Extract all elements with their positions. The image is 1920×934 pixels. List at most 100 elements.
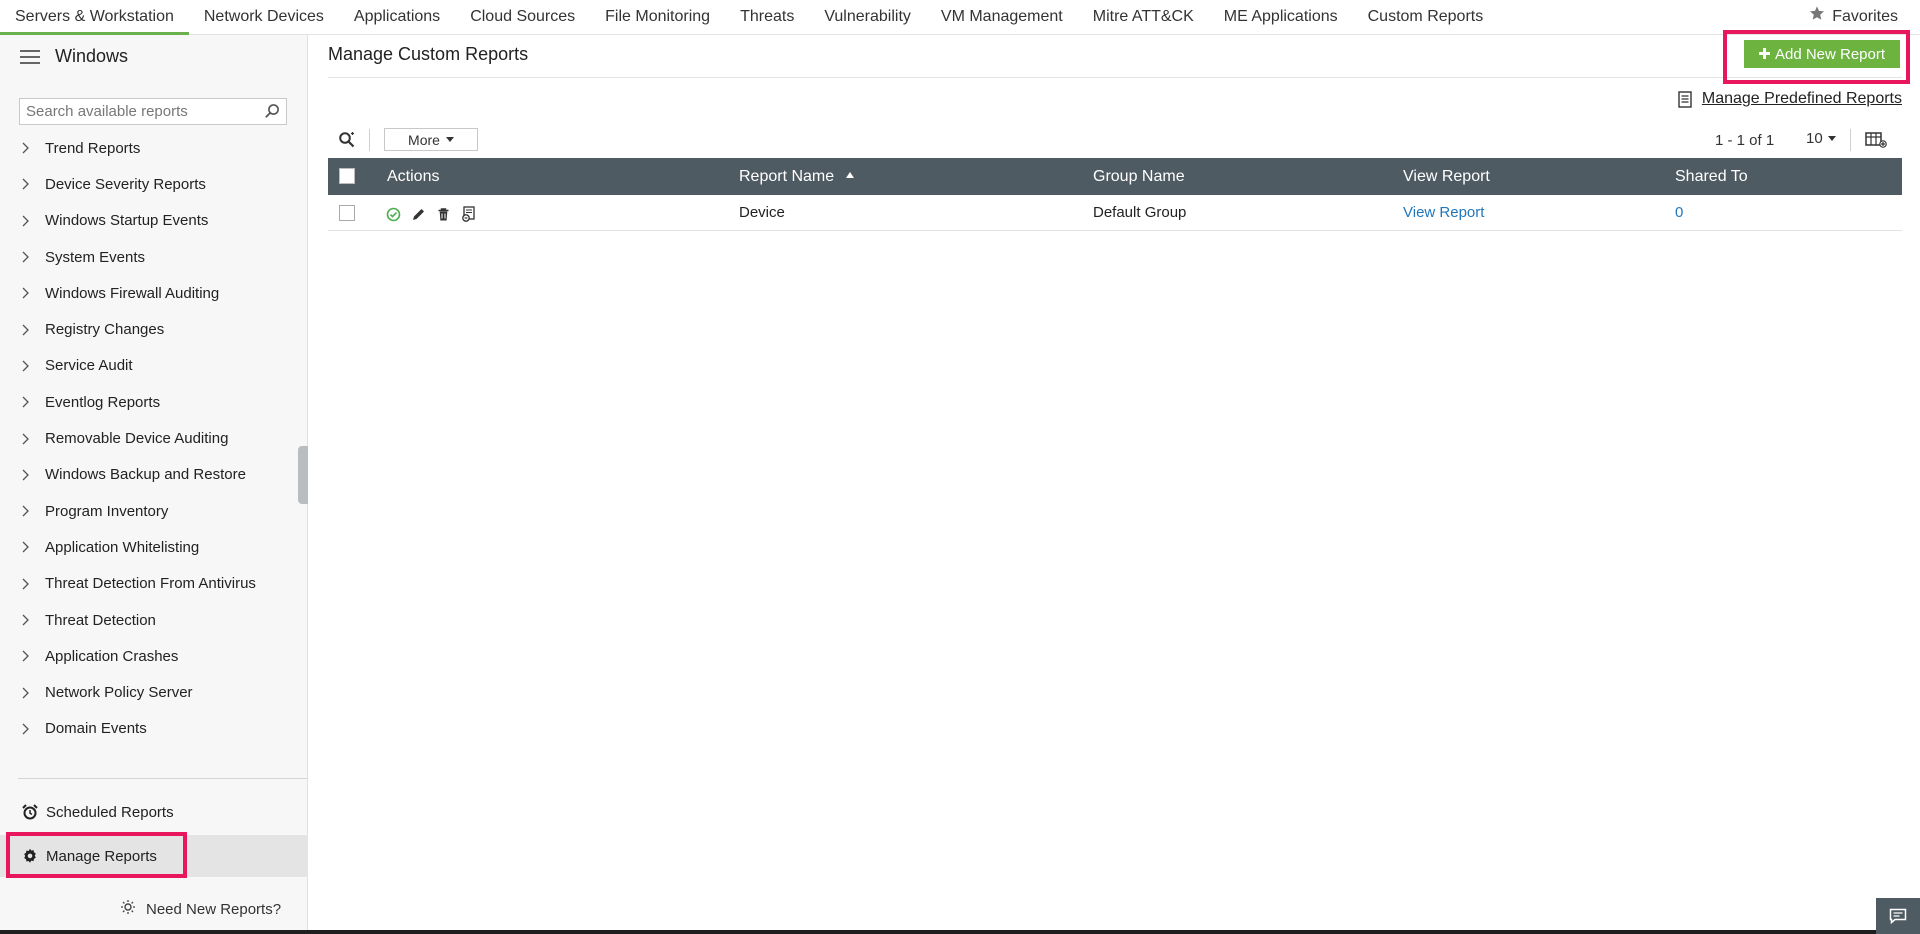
- sidebar-item-device-severity-reports[interactable]: Device Severity Reports: [0, 166, 308, 202]
- sidebar-item-removable-device-auditing[interactable]: Removable Device Auditing: [0, 420, 308, 456]
- chevron-right-icon: [22, 433, 29, 444]
- shared-to-count-link[interactable]: 0: [1675, 195, 1683, 231]
- tab-me-applications[interactable]: ME Applications: [1209, 0, 1353, 35]
- sidebar-item-windows-startup-events[interactable]: Windows Startup Events: [0, 203, 308, 239]
- scheduled-reports-link[interactable]: Scheduled Reports: [0, 792, 308, 832]
- column-header-group-name[interactable]: Group Name: [1093, 158, 1185, 195]
- sidebar-item-label: Network Policy Server: [45, 684, 193, 702]
- tab-file-monitoring[interactable]: File Monitoring: [590, 0, 725, 35]
- sidebar-item-label: Threat Detection: [45, 611, 156, 629]
- chevron-right-icon: [22, 469, 29, 481]
- sidebar-item-application-crashes[interactable]: Application Crashes: [0, 638, 308, 674]
- share-report-icon[interactable]: [461, 206, 477, 222]
- tab-custom-reports[interactable]: Custom Reports: [1353, 0, 1499, 35]
- gear-icon: [22, 848, 38, 864]
- tab-threats[interactable]: Threats: [725, 0, 809, 35]
- sidebar-item-label: Application Whitelisting: [45, 538, 200, 556]
- manage-predefined-reports-link[interactable]: Manage Predefined Reports: [1678, 90, 1902, 108]
- more-label: More: [408, 131, 440, 148]
- sidebar-item-label: Eventlog Reports: [45, 393, 161, 411]
- page-title: Manage Custom Reports: [328, 44, 529, 64]
- lightbulb-icon: [120, 899, 136, 919]
- sidebar-item-threat-detection[interactable]: Threat Detection: [0, 602, 308, 638]
- sidebar-item-registry-changes[interactable]: Registry Changes: [0, 311, 308, 347]
- sidebar-collapse-handle[interactable]: [298, 446, 308, 504]
- hamburger-menu-icon[interactable]: [20, 50, 40, 64]
- sidebar-item-system-events[interactable]: System Events: [0, 239, 308, 275]
- bottom-edge-strip: [0, 930, 1876, 934]
- tab-servers-workstation[interactable]: Servers & Workstation: [0, 0, 189, 35]
- manage-reports-label: Manage Reports: [46, 847, 157, 865]
- grid-toolbar: More 1 - 1 of 1 10: [328, 127, 1902, 153]
- add-new-report-button[interactable]: Add New Report: [1744, 40, 1900, 68]
- sidebar-item-domain-events[interactable]: Domain Events: [0, 711, 308, 747]
- sidebar-item-service-audit[interactable]: Service Audit: [0, 348, 308, 384]
- search-filter-icon[interactable]: [338, 131, 356, 154]
- row-actions: [386, 206, 477, 222]
- sidebar-item-label: Registry Changes: [45, 321, 165, 339]
- chevron-right-icon: [22, 178, 29, 190]
- sidebar-divider: [18, 778, 308, 779]
- alarm-clock-icon: [22, 804, 38, 820]
- chevron-right-icon: [22, 396, 29, 408]
- sidebar-item-trend-reports[interactable]: Trend Reports: [0, 130, 308, 166]
- sidebar-item-windows-backup-and-restore[interactable]: Windows Backup and Restore: [0, 457, 308, 493]
- pagination-info: 1 - 1 of 1: [1715, 132, 1775, 149]
- title-divider: [328, 77, 1902, 78]
- tab-vm-management[interactable]: VM Management: [926, 0, 1078, 35]
- plus-icon: [1758, 46, 1770, 63]
- chevron-right-icon: [22, 687, 29, 699]
- column-header-actions: Actions: [387, 168, 440, 185]
- sidebar-item-program-inventory[interactable]: Program Inventory: [0, 493, 308, 529]
- sidebar-item-threat-detection-from-antivirus[interactable]: Threat Detection From Antivirus: [0, 566, 308, 602]
- tab-cloud-sources[interactable]: Cloud Sources: [455, 0, 590, 35]
- sidebar-item-windows-firewall-auditing[interactable]: Windows Firewall Auditing: [0, 275, 308, 311]
- more-dropdown-button[interactable]: More: [384, 128, 478, 151]
- add-new-report-label: Add New Report: [1774, 45, 1886, 63]
- manage-reports-link[interactable]: Manage Reports: [0, 835, 308, 877]
- top-navigation: Servers & Workstation Network Devices Ap…: [0, 0, 1920, 35]
- view-report-link[interactable]: View Report: [1403, 195, 1484, 231]
- delete-trash-icon[interactable]: [436, 207, 451, 222]
- enable-check-icon[interactable]: [386, 207, 401, 222]
- select-all-checkbox[interactable]: [339, 168, 355, 184]
- sidebar-item-label: Service Audit: [45, 357, 133, 375]
- favorites-button[interactable]: Favorites: [1809, 0, 1898, 33]
- row-checkbox[interactable]: [339, 205, 355, 221]
- chevron-right-icon: [22, 287, 29, 299]
- tab-applications[interactable]: Applications: [339, 0, 455, 35]
- need-new-reports-link[interactable]: Need New Reports?: [120, 899, 281, 919]
- chat-icon: [1889, 908, 1907, 924]
- star-icon: [1809, 1, 1825, 32]
- column-chooser-icon[interactable]: [1865, 131, 1887, 153]
- sidebar-header: Windows: [0, 35, 308, 79]
- table-header: Actions Report Name Group Name View Repo…: [328, 158, 1902, 195]
- tab-mitre-attack[interactable]: Mitre ATT&CK: [1078, 0, 1209, 35]
- column-header-report-name[interactable]: Report Name: [739, 158, 855, 195]
- cell-report-name: Device: [739, 204, 785, 221]
- chevron-right-icon: [22, 541, 29, 553]
- sidebar-item-label: Domain Events: [45, 720, 147, 738]
- report-category-list: Trend Reports Device Severity Reports Wi…: [0, 130, 308, 747]
- sort-ascending-icon: [846, 171, 855, 178]
- chevron-right-icon: [22, 650, 29, 662]
- tab-vulnerability[interactable]: Vulnerability: [809, 0, 926, 35]
- tab-network-devices[interactable]: Network Devices: [189, 0, 339, 35]
- page-size-dropdown[interactable]: 10: [1806, 130, 1836, 147]
- favorites-label: Favorites: [1832, 8, 1898, 25]
- scheduled-reports-label: Scheduled Reports: [46, 803, 174, 821]
- column-header-view-report: View Report: [1403, 168, 1490, 185]
- chevron-right-icon: [22, 360, 29, 372]
- sidebar-item-label: Removable Device Auditing: [45, 430, 229, 448]
- report-document-icon: [1678, 90, 1692, 108]
- chat-feedback-button[interactable]: [1876, 898, 1920, 934]
- sidebar-item-application-whitelisting[interactable]: Application Whitelisting: [0, 529, 308, 565]
- sidebar-item-eventlog-reports[interactable]: Eventlog Reports: [0, 384, 308, 420]
- report-search-input[interactable]: [20, 99, 262, 124]
- sidebar-item-network-policy-server[interactable]: Network Policy Server: [0, 674, 308, 710]
- top-tabs: Servers & Workstation Network Devices Ap…: [0, 0, 1498, 35]
- chevron-right-icon: [22, 324, 29, 336]
- search-icon[interactable]: [264, 103, 280, 124]
- edit-pencil-icon[interactable]: [411, 207, 426, 222]
- sidebar-item-label: System Events: [45, 248, 146, 266]
